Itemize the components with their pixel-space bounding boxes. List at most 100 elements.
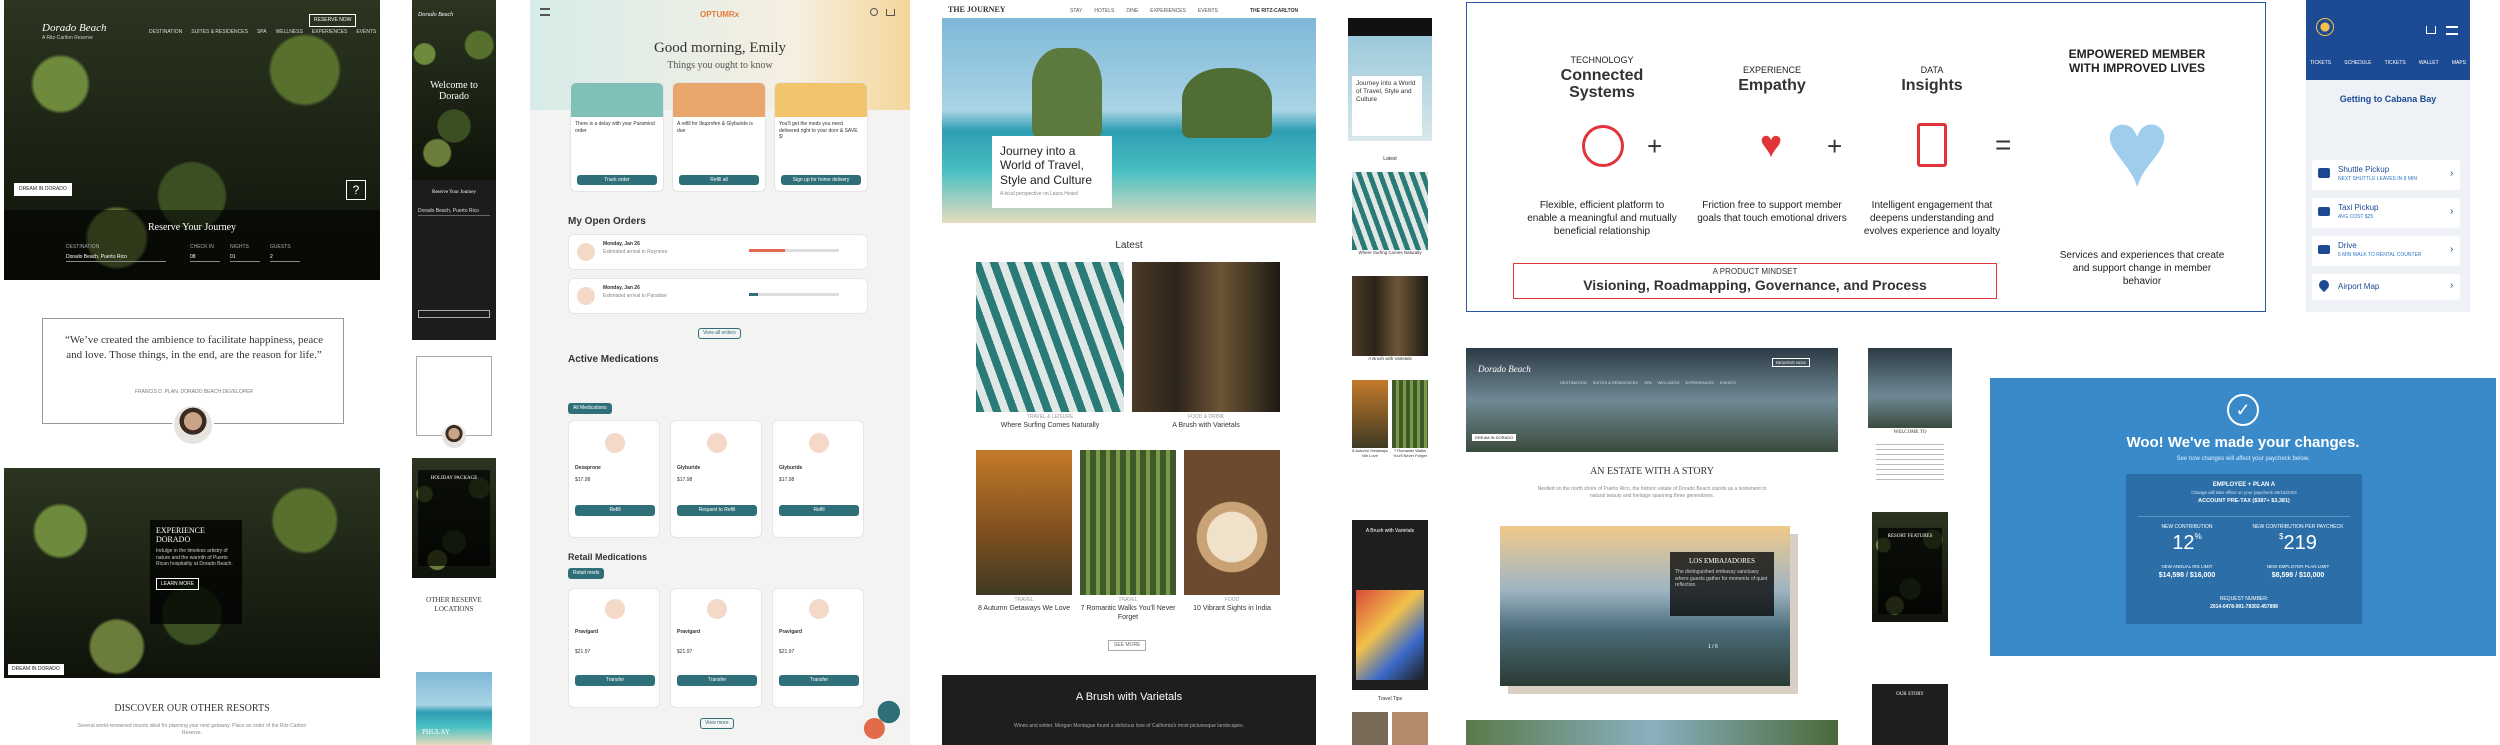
mobile-article[interactable]: 8 Autumn Getaways We Love <box>1352 380 1388 470</box>
mobile-article[interactable]: Where Surfing Comes Naturally <box>1352 172 1428 262</box>
tab[interactable]: TICKETS <box>2385 60 2406 67</box>
all-medications-filter[interactable]: All Medications <box>568 403 612 414</box>
refill-button[interactable]: Request to Refill <box>677 505 757 516</box>
left-value: 12% <box>2142 532 2232 555</box>
shuttle-option[interactable]: Shuttle Pickup NEXT SHUTTLE LEAVES IN 8 … <box>2312 160 2460 190</box>
journey-hero: Journey into a World of Travel, Style an… <box>942 18 1316 223</box>
nav-item[interactable]: SPA <box>257 29 267 36</box>
our-story-card[interactable]: OUR STORY <box>1872 684 1948 745</box>
tip-button[interactable]: Sign up for home delivery <box>781 174 861 185</box>
refill-button[interactable]: Refill <box>779 505 859 516</box>
slide-pager[interactable]: 1 / 6 <box>1708 644 1718 651</box>
see-more-button[interactable]: SEE MORE <box>1108 640 1147 651</box>
journey-nav-item[interactable]: EVENTS <box>1198 8 1218 15</box>
guests-field[interactable]: 2 <box>270 254 300 262</box>
nav-item[interactable]: DESTINATION <box>149 29 182 36</box>
tip-text: You'll get the meds you need delivered r… <box>779 121 858 140</box>
journey-logo[interactable]: THE JOURNEY <box>948 5 1006 14</box>
retail-card[interactable]: Pravigard $21.97 Transfer <box>670 588 762 708</box>
menu-icon[interactable] <box>540 8 550 16</box>
taxi-option[interactable]: Taxi Pickup AVG COST $25 › <box>2312 198 2460 228</box>
estate-nav-item[interactable]: EXPERIENCES <box>1685 380 1713 385</box>
other-locations: OTHER RESERVE LOCATIONS <box>426 596 482 614</box>
view-more-button[interactable]: View more <box>700 718 734 729</box>
search-icon[interactable] <box>870 8 878 16</box>
journey-nav-item[interactable]: DINE <box>1126 8 1138 15</box>
retail-card[interactable]: Pravigard $21.97 Transfer <box>568 588 660 708</box>
estate-logo[interactable]: Dorado Beach <box>1478 364 1531 374</box>
med-card[interactable]: Dexaprone $17.98 Refill <box>568 420 660 538</box>
transfer-button[interactable]: Transfer <box>677 675 757 686</box>
learn-more-button[interactable]: LEARN MORE <box>156 577 200 590</box>
journey-nav-item[interactable]: STAY <box>1070 8 1082 15</box>
nights-field[interactable]: 01 <box>230 254 260 262</box>
estate-reserve-button[interactable]: RESERVE NOW <box>1772 358 1810 368</box>
help-icon[interactable]: ? <box>346 180 366 200</box>
mobile-logo[interactable]: Dorado Beach <box>418 12 453 18</box>
estate-nav-item[interactable]: WELLNESS <box>1658 380 1680 385</box>
estate-badge[interactable]: DREAM IN DORADO <box>1472 434 1517 442</box>
order-row[interactable]: Monday, Jan 26 Estimated arrival to Raym… <box>568 234 868 270</box>
cart-icon[interactable] <box>886 9 895 16</box>
retail-filter[interactable]: Retail meds <box>568 568 605 579</box>
tab[interactable]: SCHEDULE <box>2344 60 2371 67</box>
airport-map-option[interactable]: Airport Map › <box>2312 274 2460 300</box>
nav-item[interactable]: WELLNESS <box>276 29 303 36</box>
destination-field[interactable]: Dorado Beach, Puerto Rico <box>66 254 166 262</box>
retail-card[interactable]: Pravigard $21.97 Transfer <box>772 588 864 708</box>
hero-badge-2[interactable]: DREAM IN DORADO <box>8 664 64 675</box>
top-nav: DESTINATION SUITES & RESIDENCES SPA WELL… <box>149 29 376 36</box>
tip-button[interactable]: Track order <box>577 174 657 185</box>
mobile-feature: A Brush with Varietals <box>1352 520 1428 690</box>
nav-item[interactable]: EVENTS <box>356 29 376 36</box>
travel-tip-thumb[interactable] <box>1392 712 1428 745</box>
order-row[interactable]: Monday, Jan 26 Estimated arrival to Para… <box>568 278 868 314</box>
account-line: ACCOUNT PRE-TAX ($387+ $3,381) <box>2198 497 2290 504</box>
tip-button[interactable]: Refill all <box>679 174 759 185</box>
nav-item[interactable]: SUITES & RESIDENCES <box>191 29 248 36</box>
checkin-field[interactable]: 08 <box>190 254 220 262</box>
article-card[interactable]: TRAVEL 7 Romantic Walks You'll Never For… <box>1080 450 1176 630</box>
brand-logo[interactable]: OPTUMRx <box>700 10 739 19</box>
estate-nav-item[interactable]: SPA <box>1644 380 1652 385</box>
journey-nav-item[interactable]: HOTELS <box>1094 8 1114 15</box>
cart-icon[interactable] <box>2426 26 2436 34</box>
universal-logo[interactable] <box>2316 18 2334 36</box>
drive-option[interactable]: Drive 5 MIN WALK TO RENTAL COUNTER › <box>2312 236 2460 266</box>
mobile-article-title: 7 Romantic Walks You'll Never Forget <box>1393 448 1427 459</box>
logo[interactable]: Dorado Beach <box>42 22 106 34</box>
tip-card[interactable]: A refill for Ibuprofen & Glyburide is du… <box>672 82 766 192</box>
resort-features-card[interactable]: RESORT FEATURES <box>1872 512 1948 622</box>
estate-nav-item[interactable]: SUITES & RESIDENCES <box>1593 380 1638 385</box>
travel-tip-thumb[interactable] <box>1352 712 1388 745</box>
ritz-brand[interactable]: THE RITZ-CARLTON <box>1250 8 1298 15</box>
tab[interactable]: WALLET <box>2419 60 2439 67</box>
mobile-article[interactable]: 7 Romantic Walks You'll Never Forget <box>1392 380 1428 470</box>
tip-card[interactable]: There is a delay with your Paramind orde… <box>570 82 664 192</box>
article-card[interactable]: FOOD 10 Vibrant Sights in India <box>1184 450 1280 630</box>
mobile-article[interactable]: A Brush with Varietals <box>1352 276 1428 376</box>
transfer-button[interactable]: Transfer <box>575 675 655 686</box>
article-card[interactable]: TRAVEL 8 Autumn Getaways We Love <box>976 450 1072 630</box>
med-card[interactable]: Glyburide $17.98 Request to Refill <box>670 420 762 538</box>
article-card[interactable]: TRAVEL & LEISURE Where Surfing Comes Nat… <box>976 262 1124 432</box>
estate-nav-item[interactable]: DESTINATION <box>1560 380 1587 385</box>
menu-icon[interactable] <box>2446 26 2458 35</box>
tab[interactable]: TICKETS <box>2310 60 2331 67</box>
article-card[interactable]: FOOD & DRINK A Brush with Varietals <box>1132 262 1280 432</box>
mobile-destination[interactable]: Dorado Beach, Puerto Rico <box>418 208 490 216</box>
col-kicker: TECHNOLOGY <box>1570 55 1634 65</box>
journey-nav-item[interactable]: EXPERIENCES <box>1150 8 1186 15</box>
estate-nav-item[interactable]: EVENTS <box>1720 380 1736 385</box>
mobile-search-button[interactable] <box>418 310 490 318</box>
med-card[interactable]: Glyburide $17.98 Refill <box>772 420 864 538</box>
refill-button[interactable]: Refill <box>575 505 655 516</box>
transfer-button[interactable]: Transfer <box>779 675 859 686</box>
nav-item[interactable]: EXPERIENCES <box>312 29 348 36</box>
hero-badge[interactable]: DREAM IN DORADO <box>14 183 72 196</box>
view-all-orders-button[interactable]: View all orders <box>698 328 741 339</box>
tip-card[interactable]: You'll get the meds you need delivered r… <box>774 82 868 192</box>
reserve-now-button[interactable]: RESERVE NOW <box>309 14 357 27</box>
tab[interactable]: MAPS <box>2452 60 2466 67</box>
mobile-hero: Journey into a World of Travel, Style an… <box>1348 36 1432 141</box>
